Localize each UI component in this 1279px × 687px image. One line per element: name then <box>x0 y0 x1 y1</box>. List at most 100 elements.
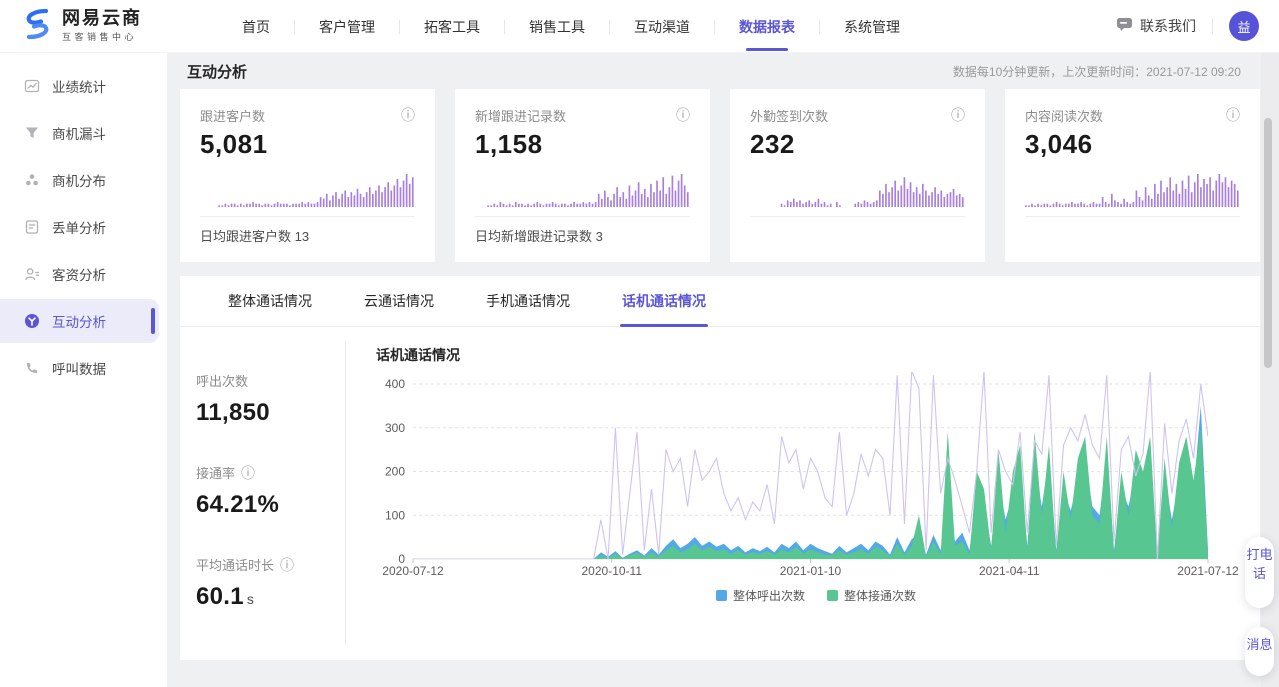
kpi-sparkline <box>200 173 415 207</box>
svg-text:2020-07-12: 2020-07-12 <box>382 564 444 578</box>
tab-overall-calls[interactable]: 整体通话情况 <box>202 276 338 326</box>
kpi-card-content-reads: 内容阅读次数 ⓘ 3,046 <box>1005 89 1260 262</box>
make-call-floating-button[interactable]: 打电话 <box>1245 537 1274 608</box>
sidebar-item-performance-stats[interactable]: 业绩统计 <box>0 64 159 108</box>
kpi-footer <box>750 216 965 254</box>
info-icon[interactable]: ⓘ <box>241 466 255 480</box>
funnel-icon <box>24 125 40 141</box>
kpi-footer: 日均跟进客户数 13 <box>200 216 415 254</box>
main-content: 互动分析 数据每10分钟更新，上次更新时间：2021-07-12 09:20 跟… <box>167 53 1279 687</box>
scrollbar-thumb[interactable] <box>1264 118 1272 368</box>
user-avatar[interactable]: 益 <box>1229 11 1259 41</box>
brand-name: 网易云商 <box>62 9 142 28</box>
sidebar-item-label: 商机分布 <box>52 170 106 190</box>
nav-item-system-management[interactable]: 系统管理 <box>820 0 924 53</box>
sidebar-item-label: 业绩统计 <box>52 76 106 96</box>
legend-swatch <box>827 590 838 601</box>
sidebar-item-call-data[interactable]: 呼叫数据 <box>0 346 159 390</box>
nav-item-customer-management[interactable]: 客户管理 <box>295 0 399 53</box>
sidebar-item-opportunity-distribution[interactable]: 商机分布 <box>0 158 159 202</box>
brand-subtitle: 互客销售中心 <box>62 30 142 43</box>
info-icon[interactable]: ⓘ <box>280 558 294 572</box>
sidebar-item-opportunity-funnel[interactable]: 商机漏斗 <box>0 111 159 155</box>
kpi-value: 1,158 <box>475 129 690 161</box>
info-icon[interactable]: ⓘ <box>676 108 690 122</box>
sidebar-item-lost-order-analysis[interactable]: 丢单分析 <box>0 205 159 249</box>
distribution-icon <box>24 172 40 188</box>
sidebar-item-label: 呼叫数据 <box>52 358 106 378</box>
call-analysis-panel: 整体通话情况 云通话情况 手机通话情况 话机通话情况 呼出次数 11,850 接… <box>180 276 1260 660</box>
page-header: 互动分析 数据每10分钟更新，上次更新时间：2021-07-12 09:20 <box>167 53 1260 89</box>
kpi-footer <box>1025 216 1240 254</box>
topbar-divider <box>1212 18 1213 34</box>
stat-label: 接通率 <box>196 463 235 482</box>
tab-deskphone-calls[interactable]: 话机通话情况 <box>596 276 732 326</box>
kpi-card-field-checkins: 外勤签到次数 ⓘ 232 <box>730 89 985 262</box>
sidebar-item-label: 互动分析 <box>52 311 106 331</box>
kpi-footer: 日均新增跟进记录数 3 <box>475 216 690 254</box>
kpi-sparkline <box>750 173 965 207</box>
nav-item-data-reports[interactable]: 数据报表 <box>715 0 819 53</box>
tab-cloud-calls[interactable]: 云通话情况 <box>338 276 460 326</box>
svg-text:2021-04-11: 2021-04-11 <box>979 564 1040 578</box>
svg-text:400: 400 <box>385 377 405 391</box>
stat-label: 呼出次数 <box>196 371 248 390</box>
nav-item-interaction-channels[interactable]: 互动渠道 <box>610 0 714 53</box>
stat-outbound-calls: 呼出次数 11,850 <box>196 371 345 427</box>
topbar-right: 联系我们 益 <box>1116 11 1259 41</box>
app-root: 网易云商 互客销售中心 首页 客户管理 拓客工具 销售工具 互动渠道 数据报表 … <box>0 0 1279 687</box>
contact-us-label: 联系我们 <box>1140 16 1196 36</box>
kpi-label: 内容阅读次数 <box>1025 106 1103 125</box>
sidebar-item-label: 丢单分析 <box>52 217 106 237</box>
kpi-card-followed-customers: 跟进客户数 ⓘ 5,081 日均跟进客户数 13 <box>180 89 435 262</box>
legend-item[interactable]: 整体接通次数 <box>827 587 916 604</box>
nav-item-sales-tools[interactable]: 销售工具 <box>505 0 609 53</box>
deskphone-call-trend-chart: 01002003004002020-07-122020-10-112021-01… <box>376 366 1256 581</box>
chart-legend: 整体呼出次数 整体接通次数 <box>376 587 1256 604</box>
customer-profile-icon <box>24 266 40 282</box>
interaction-icon <box>24 313 40 329</box>
kpi-label: 新增跟进记录数 <box>475 106 566 125</box>
stat-connect-rate: 接通率 ⓘ 64.21% <box>196 463 345 519</box>
stat-avg-call-duration: 平均通话时长 ⓘ 60.1s <box>196 555 345 611</box>
stat-unit: s <box>247 591 254 607</box>
svg-text:2020-10-11: 2020-10-11 <box>582 564 643 578</box>
legend-item[interactable]: 整体呼出次数 <box>716 587 805 604</box>
kpi-label: 跟进客户数 <box>200 106 265 125</box>
stat-value: 64.21% <box>196 491 345 519</box>
sidebar-item-customer-profile-analysis[interactable]: 客资分析 <box>0 252 159 296</box>
stat-label: 平均通话时长 <box>196 555 274 574</box>
nav-item-prospecting-tools[interactable]: 拓客工具 <box>400 0 504 53</box>
contact-us-button[interactable]: 联系我们 <box>1116 16 1196 36</box>
kpi-sparkline <box>1025 173 1240 207</box>
legend-swatch <box>716 590 727 601</box>
stat-value: 60.1s <box>196 583 345 611</box>
legend-label: 整体接通次数 <box>844 587 916 604</box>
kpi-value: 5,081 <box>200 129 415 161</box>
chart-column: 话机通话情况 01002003004002020-07-122020-10-11… <box>346 327 1260 659</box>
messages-floating-button[interactable]: 消息 <box>1245 627 1274 676</box>
info-icon[interactable]: ⓘ <box>951 108 965 122</box>
svg-text:300: 300 <box>385 421 405 435</box>
logo-icon <box>20 7 54 46</box>
phone-icon <box>24 360 40 376</box>
brand-logo[interactable]: 网易云商 互客销售中心 <box>20 7 210 46</box>
panel-body: 呼出次数 11,850 接通率ⓘ 64.21% 平均通话时长ⓘ 60.1s 话机… <box>180 327 1260 659</box>
main-nav: 首页 客户管理 拓客工具 销售工具 互动渠道 数据报表 系统管理 <box>218 0 924 53</box>
kpi-sparkline <box>475 173 690 207</box>
performance-chart-icon <box>24 78 40 94</box>
kpi-cards-row: 跟进客户数 ⓘ 5,081 日均跟进客户数 13 新增跟进记录数 ⓘ 1,158… <box>180 89 1279 262</box>
nav-item-home[interactable]: 首页 <box>218 0 294 53</box>
call-stats-column: 呼出次数 11,850 接通率 ⓘ 64.21% 平均通话时长 ⓘ 60.1s <box>180 341 346 645</box>
svg-text:2021-07-12: 2021-07-12 <box>1177 564 1239 578</box>
call-tabs: 整体通话情况 云通话情况 手机通话情况 话机通话情况 <box>180 276 1260 327</box>
stat-value: 11,850 <box>196 399 345 427</box>
kpi-value: 3,046 <box>1025 129 1240 161</box>
legend-label: 整体呼出次数 <box>733 587 805 604</box>
info-icon[interactable]: ⓘ <box>401 108 415 122</box>
info-icon[interactable]: ⓘ <box>1226 108 1240 122</box>
svg-text:2021-01-10: 2021-01-10 <box>780 564 842 578</box>
tab-mobile-calls[interactable]: 手机通话情况 <box>460 276 596 326</box>
svg-text:200: 200 <box>385 465 405 479</box>
sidebar-item-interaction-analysis[interactable]: 互动分析 <box>0 299 159 343</box>
